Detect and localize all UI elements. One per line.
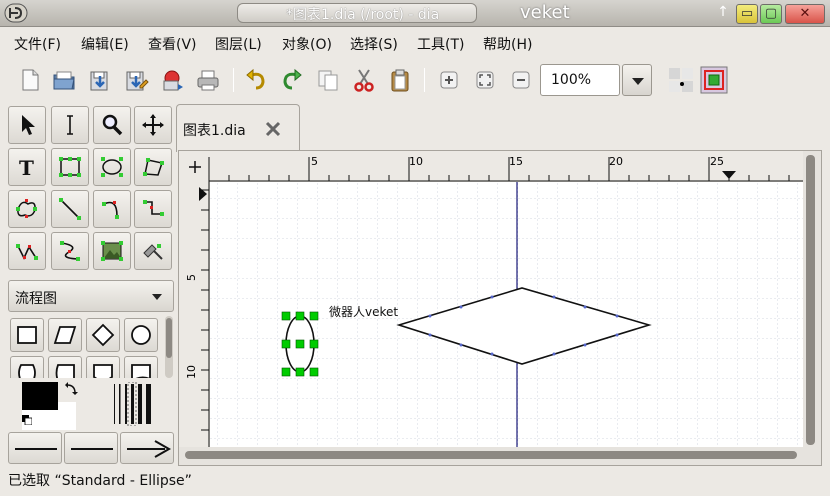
copy-icon[interactable]: [314, 66, 342, 94]
new-file-icon[interactable]: [16, 66, 44, 94]
shape-box-icon[interactable]: [10, 318, 44, 352]
ruler-label-25: 25: [710, 155, 724, 168]
chevron-down-icon: [632, 78, 644, 85]
sheet-selector[interactable]: 流程图: [8, 280, 174, 312]
ruler-label-v10: 10: [185, 365, 198, 379]
svg-text:T: T: [19, 156, 34, 180]
horizontal-scrollbar-thumb[interactable]: [185, 451, 797, 459]
line-tool-icon[interactable]: [51, 190, 89, 228]
zoom-out-icon[interactable]: [507, 66, 535, 94]
tab-document[interactable]: 图表1.dia: [176, 104, 300, 152]
menu-edit[interactable]: 编辑(E): [81, 34, 129, 54]
ruler-label-20: 20: [609, 155, 623, 168]
save-icon[interactable]: [86, 66, 114, 94]
redo-icon[interactable]: [278, 66, 306, 94]
undo-icon[interactable]: [242, 66, 270, 94]
text-cursor-tool-icon[interactable]: [51, 106, 89, 144]
color-selector: [8, 381, 174, 430]
cut-icon[interactable]: [350, 66, 378, 94]
shape-terminal-icon[interactable]: [10, 356, 44, 378]
outline-tool-icon[interactable]: [134, 232, 172, 270]
zigzag-tool-icon[interactable]: [134, 190, 172, 228]
shape-diamond-icon[interactable]: [86, 318, 120, 352]
maximize-button[interactable]: ▢: [760, 4, 782, 24]
magnify-tool-icon[interactable]: [93, 106, 131, 144]
ruler-corner: [179, 151, 209, 181]
window-title: *图表1.dia (/root) - dia: [286, 7, 440, 23]
line-style-selector: [8, 432, 174, 466]
ruler-label-5: 5: [311, 155, 318, 168]
snap-grid-icon[interactable]: [667, 66, 695, 94]
chevron-down-icon: [152, 294, 162, 300]
polyline-tool-icon[interactable]: [8, 232, 46, 270]
bezier-tool-icon[interactable]: [51, 232, 89, 270]
ruler-label-10: 10: [409, 155, 423, 168]
menu-view[interactable]: 查看(V): [148, 34, 197, 54]
open-icon[interactable]: [50, 66, 78, 94]
diagram-canvas-area: 5 10 15 20 25 5 10 微器人veket: [178, 150, 822, 466]
export-icon[interactable]: [158, 66, 186, 94]
pin-button[interactable]: ↑: [713, 4, 733, 24]
main-toolbar: [0, 58, 830, 102]
shape-manual-input-icon[interactable]: [48, 356, 82, 378]
sheet-selected-label: 流程图: [15, 291, 57, 307]
shape-ellipse-icon[interactable]: [124, 318, 158, 352]
vertical-scrollbar-thumb[interactable]: [806, 155, 815, 445]
beziergon-tool-icon[interactable]: [8, 190, 46, 228]
line-style-dropdown[interactable]: [64, 432, 118, 464]
window-app-name: veket: [520, 2, 570, 23]
polygon-tool-icon[interactable]: [134, 148, 172, 186]
start-arrow-selector[interactable]: [8, 432, 62, 464]
ellipse-tool-icon[interactable]: [93, 148, 131, 186]
menu-tools[interactable]: 工具(T): [417, 34, 464, 54]
save-as-icon[interactable]: [122, 66, 150, 94]
snap-object-icon[interactable]: [700, 66, 728, 94]
ruler-label-15: 15: [509, 155, 523, 168]
toolbar-separator: [233, 68, 234, 92]
menu-select[interactable]: 选择(S): [350, 34, 398, 54]
swap-colors-icon[interactable]: [64, 382, 78, 396]
zoom-in-icon[interactable]: [435, 66, 463, 94]
menu-help[interactable]: 帮助(H): [483, 34, 532, 54]
shape-document-icon[interactable]: [124, 356, 158, 378]
menu-objects[interactable]: 对象(O): [282, 34, 332, 54]
close-window-button[interactable]: ✕: [785, 4, 825, 24]
zoom-level-input[interactable]: 100%: [540, 64, 620, 96]
dia-logo-icon[interactable]: [4, 2, 28, 24]
text-tool-icon[interactable]: T: [8, 148, 46, 186]
line-width-selector[interactable]: [112, 381, 158, 427]
shape-palette: [8, 316, 168, 378]
print-icon[interactable]: [194, 66, 222, 94]
diagram-canvas[interactable]: 5 10 15 20 25 5 10 微器人veket: [179, 151, 821, 465]
paste-icon[interactable]: [386, 66, 414, 94]
image-tool-icon[interactable]: [93, 232, 131, 270]
reset-colors-icon[interactable]: [22, 414, 33, 426]
shape-parallelogram-icon[interactable]: [48, 318, 82, 352]
pointer-tool-icon[interactable]: [8, 106, 46, 144]
box-tool-icon[interactable]: [51, 148, 89, 186]
shape-offpage-icon[interactable]: [86, 356, 120, 378]
status-bar: 已选取 “Standard - Ellipse”: [8, 473, 192, 489]
ruler-label-v5: 5: [185, 274, 198, 281]
end-arrow-selector[interactable]: [120, 432, 174, 464]
foreground-color-swatch[interactable]: [22, 382, 58, 410]
menu-bar: 文件(F) 编辑(E) 查看(V) 图层(L) 对象(O) 选择(S) 工具(T…: [0, 28, 830, 56]
toolbar-separator: [424, 68, 425, 92]
canvas-text-label[interactable]: 微器人veket: [329, 305, 398, 319]
menu-file[interactable]: 文件(F): [14, 34, 61, 54]
arc-tool-icon[interactable]: [93, 190, 131, 228]
tab-document-label: 图表1.dia: [183, 123, 246, 139]
close-tab-icon[interactable]: [263, 119, 283, 139]
vertical-ruler[interactable]: [179, 181, 209, 447]
zoom-fit-icon[interactable]: [471, 66, 499, 94]
menu-layers[interactable]: 图层(L): [215, 34, 262, 54]
title-bar: *图表1.dia (/root) - dia veket ↑ ▭ ▢ ✕: [0, 0, 830, 27]
move-tool-icon[interactable]: [134, 106, 172, 144]
minimize-button[interactable]: ▭: [736, 4, 758, 24]
zoom-dropdown-button[interactable]: [622, 64, 652, 96]
scrollbar-thumb[interactable]: [166, 318, 172, 358]
shape-palette-scrollbar[interactable]: [165, 316, 173, 378]
